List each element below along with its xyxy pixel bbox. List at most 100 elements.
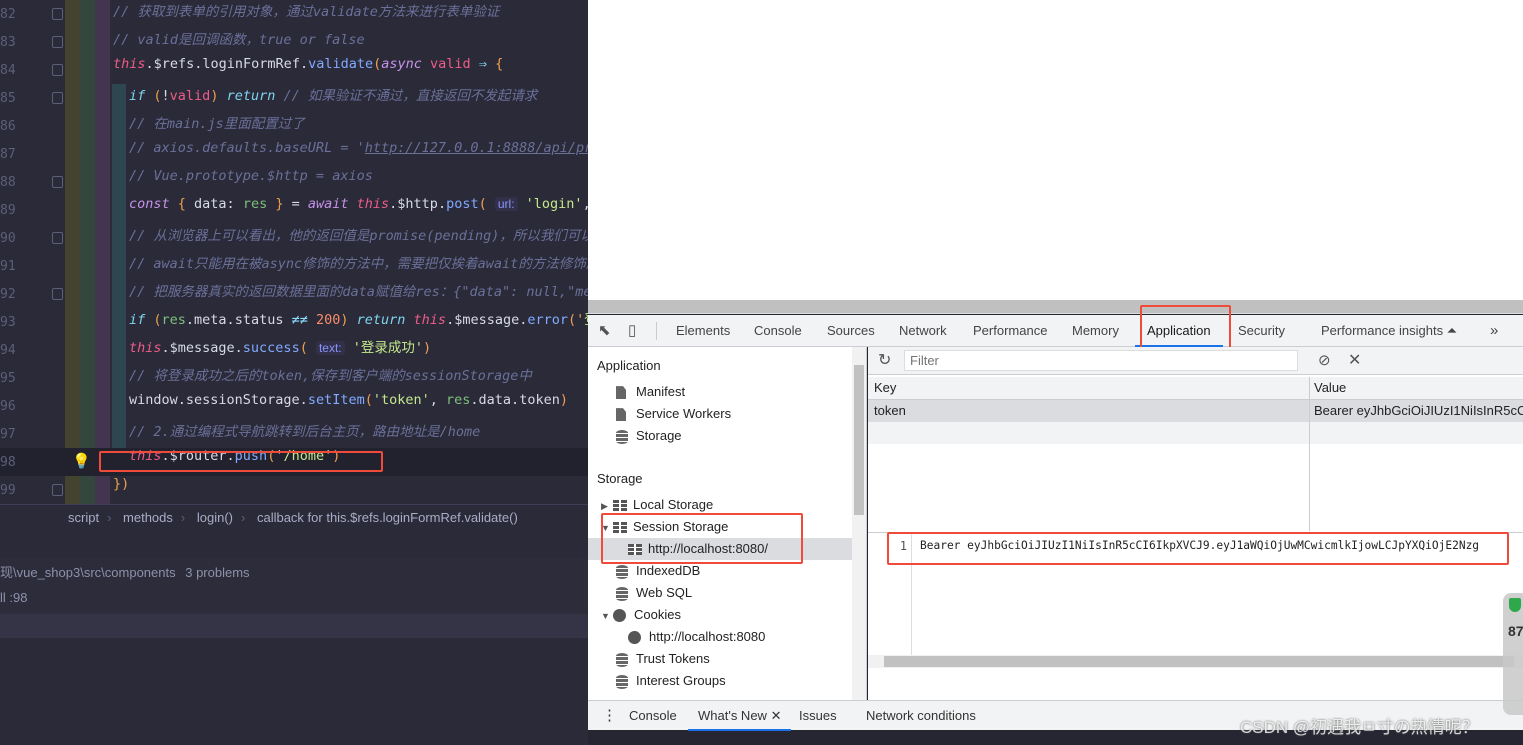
drawer-menu-icon[interactable]: ⋮ xyxy=(602,701,617,731)
scrollbar-thumb[interactable] xyxy=(884,656,1514,667)
drawer-tab-issues[interactable]: Issues xyxy=(799,701,837,731)
code-token: http://127.0.0.1:8888/api/private/v1/ xyxy=(364,140,588,156)
drawer-tab-console[interactable]: Console xyxy=(629,701,677,731)
code-token: valid xyxy=(430,56,479,72)
sidebar-item-web-sql[interactable]: Web SQL xyxy=(616,582,692,604)
code-line[interactable]: if (res.meta.status ≠≠ 200) return this.… xyxy=(129,308,588,336)
fold-marker-icon[interactable] xyxy=(52,232,63,244)
code-line[interactable]: const { data: res } = await this.$http.p… xyxy=(129,196,588,224)
indent-guide xyxy=(80,0,95,504)
section-header-application: Application xyxy=(597,358,661,373)
line-number: 83 xyxy=(0,35,16,50)
scrollbar-thumb[interactable] xyxy=(854,365,864,515)
code-line[interactable]: this.$refs.loginFormRef.validate(async v… xyxy=(113,56,503,84)
code-line[interactable]: // 将登录成功之后的token,保存到客户端的sessionStorage中 xyxy=(129,364,532,392)
code-line[interactable]: // 把服务器真实的返回数据里面的data赋值给res：{"data": nul… xyxy=(129,280,588,308)
code-token: , xyxy=(429,392,447,408)
fold-marker-icon[interactable] xyxy=(52,8,63,20)
sidebar-item-cookies[interactable]: ▼ Cookies xyxy=(601,604,681,626)
inspect-element-icon[interactable]: ⬉ xyxy=(598,315,611,347)
sidebar-item-interest-groups[interactable]: Interest Groups xyxy=(616,670,726,692)
item-label: Local Storage xyxy=(633,497,714,512)
sidebar-item-cookies-localhost[interactable]: http://localhost:8080 xyxy=(628,626,765,648)
sidebar-item-storage[interactable]: Storage xyxy=(616,425,682,447)
device-toolbar-icon[interactable]: ▯ xyxy=(628,315,636,347)
code-line[interactable]: // 2.通过编程式导航跳转到后台主页，路由地址是/home xyxy=(129,420,480,448)
tab-elements[interactable]: Elements xyxy=(676,315,730,347)
sidebar-scrollbar[interactable] xyxy=(852,347,867,700)
breadcrumb-item[interactable]: script xyxy=(68,510,99,525)
tab-memory[interactable]: Memory xyxy=(1072,315,1119,347)
tab-security[interactable]: Security xyxy=(1238,315,1285,347)
code-line[interactable]: window.sessionStorage.setItem('token', r… xyxy=(129,392,568,420)
watermark: CSDN @初遇我ㅁ寸の热情呢？ xyxy=(1240,718,1479,737)
sidebar-item-manifest[interactable]: Manifest xyxy=(616,381,685,403)
code-token: 'login' xyxy=(517,196,583,212)
lightbulb-icon[interactable]: 💡 xyxy=(72,452,91,470)
tab-sources[interactable]: Sources xyxy=(827,315,875,347)
item-label: IndexedDB xyxy=(636,563,701,578)
code-editor[interactable]: 82 // 获取到表单的引用对象，通过validate方法来进行表单验证 83 // … xyxy=(0,0,588,745)
tab-performance-insights[interactable]: Performance insights ⏶ xyxy=(1321,315,1457,347)
line-number: 89 xyxy=(0,203,16,218)
line-number: 90 xyxy=(0,231,16,246)
fold-marker-icon[interactable] xyxy=(52,484,63,496)
drawer-tab-network-conditions[interactable]: Network conditions xyxy=(866,701,976,731)
sidebar-item-trust-tokens[interactable]: Trust Tokens xyxy=(616,648,710,670)
code-line[interactable]: }) xyxy=(113,476,129,504)
column-header-value[interactable]: Value xyxy=(1314,377,1346,399)
code-line[interactable]: // axios.defaults.baseURL = 'http://127.… xyxy=(129,140,588,168)
code-token: '登录成功' xyxy=(344,340,424,356)
code-token: } xyxy=(275,196,292,212)
clear-all-icon[interactable]: ⊘ xyxy=(1318,351,1331,369)
code-line[interactable]: if (!valid) return // 如果验证不通过，直接返回不发起请求 xyxy=(129,84,537,112)
database-icon xyxy=(616,652,628,667)
refresh-icon[interactable]: ↻ xyxy=(878,350,891,370)
line-number: 85 xyxy=(0,91,16,106)
code-token: async xyxy=(381,56,431,72)
storage-panel: ↻ ⊘ ✕ Key Value token Bearer eyJhbGciOiJ… xyxy=(868,347,1523,700)
line-number: 84 xyxy=(0,63,16,78)
code-token: (' xyxy=(567,312,585,328)
tab-network[interactable]: Network xyxy=(899,315,947,347)
preview-horizontal-scrollbar[interactable] xyxy=(868,655,1523,668)
filter-input[interactable] xyxy=(904,350,1298,371)
code-token: return xyxy=(226,88,284,104)
fold-marker-icon[interactable] xyxy=(52,176,63,188)
table-row[interactable]: token Bearer eyJhbGciOiJIUzI1NiIsInR5cCI… xyxy=(868,400,1523,422)
line-number: 98 xyxy=(0,455,16,470)
code-line[interactable]: // Vue.prototype.$http = axios xyxy=(129,168,373,196)
fold-marker-icon[interactable] xyxy=(52,36,63,48)
delete-selected-icon[interactable]: ✕ xyxy=(1348,350,1361,370)
line-number: 86 xyxy=(0,119,16,134)
code-line[interactable]: this.$message.success( text: '登录成功') xyxy=(129,336,431,364)
problems-count[interactable]: 3 problems xyxy=(185,565,249,580)
line-number: 96 xyxy=(0,399,16,414)
more-tabs-button[interactable]: » xyxy=(1490,315,1498,347)
fold-marker-icon[interactable] xyxy=(52,288,63,300)
close-icon[interactable]: ✕ xyxy=(771,708,782,723)
code-line[interactable]: // 在main.js里面配置过了 xyxy=(129,112,305,140)
code-line[interactable]: // 获取到表单的引用对象，通过validate方法来进行表单验证 xyxy=(113,0,499,28)
sidebar-item-service-workers[interactable]: Service Workers xyxy=(616,403,731,425)
fold-marker-icon[interactable] xyxy=(52,92,63,104)
tab-console[interactable]: Console xyxy=(754,315,802,347)
horizontal-scrollbar[interactable] xyxy=(588,300,1523,314)
breadcrumb-item[interactable]: methods xyxy=(123,510,173,525)
breadcrumb-item[interactable]: callback for this.$refs.loginFormRef.val… xyxy=(257,510,518,525)
network-speed-widget[interactable]: 87 xyxy=(1503,593,1523,715)
breadcrumb-item[interactable]: login() xyxy=(197,510,233,525)
tab-performance[interactable]: Performance xyxy=(973,315,1047,347)
code-line[interactable]: // 从浏览器上可以看出，他的返回值是promise(pending)，所以我们… xyxy=(129,224,588,252)
code-line[interactable]: // valid是回调函数，true or false xyxy=(113,28,365,56)
code-token: ) xyxy=(423,340,432,356)
drawer-tab-whats-new[interactable]: What's New ✕ xyxy=(688,701,792,731)
collapse-arrow-icon[interactable]: ▼ xyxy=(601,605,613,627)
breadcrumb: script › methods › login() › callback for t… xyxy=(0,504,588,530)
column-header-key[interactable]: Key xyxy=(874,377,896,399)
code-line[interactable]: // await只能用在被async修饰的方法中，需要把仅挨着await的方法修… xyxy=(129,252,588,280)
column-divider[interactable] xyxy=(1309,377,1310,531)
code-token: // Vue.prototype.$http = axios xyxy=(129,168,373,184)
fold-marker-icon[interactable] xyxy=(52,64,63,76)
code-token: // await只能用在被async修饰的方法中，需要把仅挨着await的方法修… xyxy=(129,256,588,272)
